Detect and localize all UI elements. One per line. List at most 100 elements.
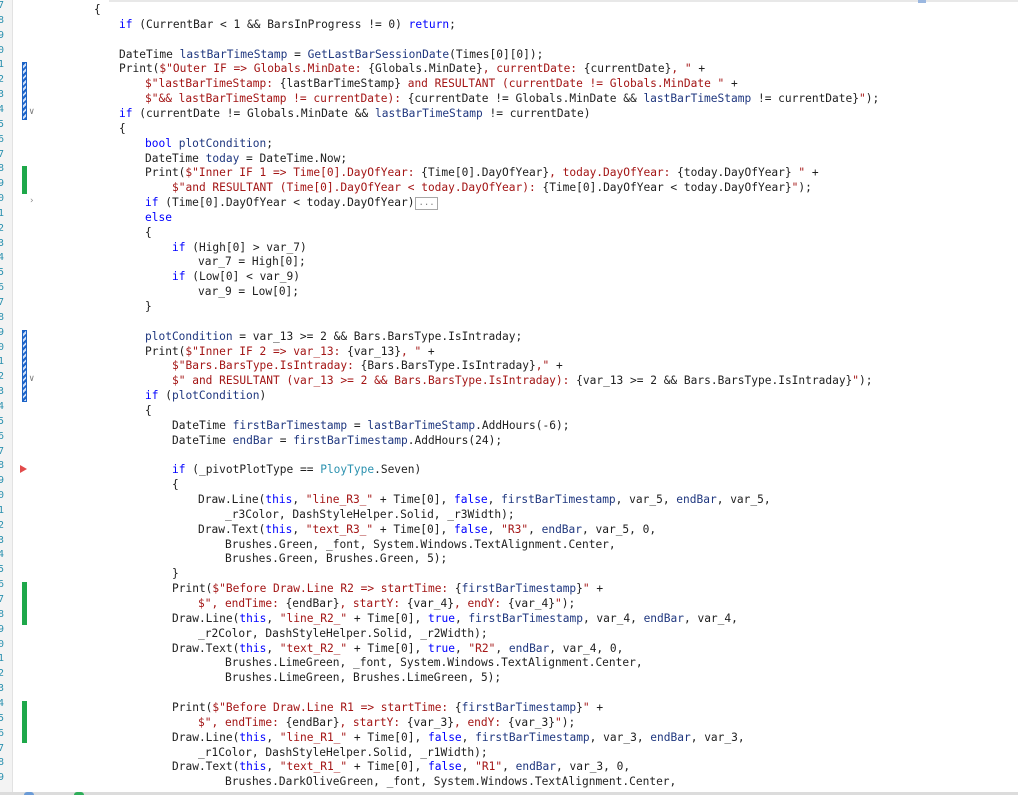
code-line[interactable]: }	[145, 299, 152, 314]
code-line[interactable]: {	[145, 225, 152, 240]
code-token: , startY:	[339, 597, 407, 610]
code-line[interactable]: Brushes.LimeGreen, _font, System.Windows…	[225, 655, 643, 670]
code-line[interactable]: Draw.Text(this, "text_R1_" + Time[0], fa…	[172, 759, 630, 774]
code-token: if	[119, 106, 133, 120]
code-line[interactable]: {	[119, 121, 126, 136]
code-line[interactable]: $"Bars.BarsType.IsIntraday: {Bars.BarsTy…	[172, 358, 563, 373]
fold-expand-icon[interactable]: ›	[29, 197, 38, 206]
code-line[interactable]: Print($"Before Draw.Line R2 => startTime…	[172, 581, 603, 596]
collapsed-region[interactable]: ...	[415, 196, 438, 210]
line-number: 5	[0, 563, 12, 577]
code-token: endBar	[541, 522, 583, 536]
code-line[interactable]: _r1Color, DashStyleHelper.Solid, _r1Widt…	[198, 745, 488, 760]
code-line[interactable]: DateTime lastBarTimeStamp = GetLastBarSe…	[119, 47, 543, 62]
execution-arrow-icon[interactable]	[20, 465, 27, 474]
code-token: $"Before Draw.Line R2 => startTime:	[212, 582, 455, 596]
code-line[interactable]: if (_pivotPlotType == PloyType.Seven)	[172, 462, 421, 477]
code-line[interactable]: Draw.Line(this, "line_R1_" + Time[0], fa…	[172, 730, 745, 745]
code-token: Print(	[145, 166, 186, 180]
code-token: , var_3,	[690, 730, 745, 744]
code-line[interactable]: DateTime today = DateTime.Now;	[145, 151, 347, 166]
code-token: plotCondition	[171, 389, 260, 403]
line-number: 7	[0, 0, 12, 13]
code-line[interactable]: Brushes.LimeGreen, Brushes.LimeGreen, 5)…	[225, 670, 501, 685]
code-token: endBar	[232, 433, 274, 447]
code-line[interactable]: _r2Color, DashStyleHelper.Solid, _r2Widt…	[198, 626, 488, 641]
code-token: DateTime	[119, 47, 180, 61]
code-token: ,	[487, 493, 502, 507]
code-line[interactable]: $"and RESULTANT (Time[0].DayOfYear < tod…	[172, 180, 812, 195]
line-number-text: 8	[0, 757, 5, 769]
code-line[interactable]: {	[172, 477, 179, 492]
status-indicators	[18, 791, 138, 795]
code-editor[interactable]: 7 8 9 0 1 2 3 4 5 6 7 8 9 0 1 2 3 4 5 6 7 8 9 0 1 2 3 4 5 6 7 8 9 0 1 2 3 4 5 6…	[0, 0, 1018, 795]
code-token: $"Outer IF => Globals.MinDate:	[159, 62, 369, 76]
line-number-text: 5	[0, 415, 5, 427]
line-number-text: 8	[0, 311, 5, 323]
code-line[interactable]: Draw.Text(this, "text_R2_" + Time[0], tr…	[172, 641, 623, 656]
code-line[interactable]: $" and RESULTANT (var_13 >= 2 && Bars.Ba…	[172, 373, 873, 388]
code-line[interactable]: Brushes.Green, Brushes.Green, 5);	[225, 551, 447, 566]
line-number-text: 8	[0, 460, 5, 472]
line-number: 3	[0, 385, 12, 399]
code-line[interactable]: var_7 = High[0];	[198, 254, 306, 269]
code-line[interactable]: Print($"Inner IF 2 => var_13: {var_13}, …	[145, 344, 435, 359]
code-token: {var_3}	[406, 715, 454, 729]
code-token: false	[427, 730, 462, 744]
code-token: DateTime	[172, 418, 233, 432]
code-token: .AddHours(-6);	[475, 418, 570, 432]
code-line[interactable]: $", endTime: {endBar}, startY: {var_3}, …	[198, 715, 575, 730]
code-token: if	[145, 196, 159, 210]
code-token: firstBarTimestamp	[468, 611, 583, 625]
code-line[interactable]: $"&& lastBarTimeStamp != currentDate): {…	[145, 91, 879, 106]
code-token: lastBarTimeStamp	[179, 47, 288, 61]
code-line[interactable]: if (High[0] > var_7)	[172, 240, 307, 255]
code-line[interactable]: _r3Color, DashStyleHelper.Solid, _r3Widt…	[225, 507, 515, 522]
code-token: Draw.Line(	[172, 611, 240, 625]
code-token: if	[119, 17, 133, 31]
fold-chevron-icon[interactable]: ∨	[29, 375, 38, 384]
code-line[interactable]: Draw.Line(this, "line_R2_" + Time[0], tr…	[172, 611, 738, 626]
code-line[interactable]: DateTime firstBarTimestamp = lastBarTime…	[172, 418, 569, 433]
fold-chevron-icon[interactable]: ∨	[29, 107, 38, 117]
line-number: 4	[0, 697, 12, 711]
code-line[interactable]: }	[172, 566, 179, 581]
code-line[interactable]: $", endTime: {endBar}, startY: {var_4}, …	[198, 596, 575, 611]
code-token: false	[427, 760, 462, 774]
code-line[interactable]: Brushes.DarkOliveGreen, _font, System.Wi…	[225, 774, 676, 789]
code-token: {Globals.MinDate}	[368, 62, 483, 76]
line-number-text: 1	[0, 504, 5, 516]
code-token: +	[421, 344, 435, 358]
code-token: , var_4,	[582, 611, 644, 625]
code-line[interactable]: Print($"Before Draw.Line R1 => startTime…	[172, 700, 603, 715]
code-line[interactable]: Brushes.Green, _font, System.Windows.Tex…	[225, 537, 616, 552]
code-line[interactable]: Print($"Inner IF 1 => Time[0].DayOfYear:…	[145, 165, 819, 180]
code-line[interactable]: DateTime endBar = firstBarTimestamp.AddH…	[172, 433, 502, 448]
code-token: );	[561, 597, 576, 610]
code-line[interactable]: if (Time[0].DayOfYear < today.DayOfYear)…	[145, 195, 438, 210]
line-number: 3	[0, 682, 12, 696]
code-line[interactable]: Draw.Line(this, "line_R3_" + Time[0], fa…	[198, 492, 771, 507]
line-number: 6	[0, 430, 12, 444]
code-line[interactable]: {	[94, 2, 101, 17]
code-line[interactable]: bool plotCondition;	[145, 136, 273, 151]
code-line[interactable]: if (plotCondition)	[145, 388, 266, 403]
code-line[interactable]: else	[145, 210, 172, 225]
code-line[interactable]: Print($"Outer IF => Globals.MinDate: {Gl…	[119, 61, 705, 76]
line-number-text: 9	[0, 178, 5, 190]
code-token: $"Inner IF 2 => var_13:	[185, 344, 348, 358]
code-token: endBar	[643, 611, 684, 625]
line-number-text: 1	[0, 59, 5, 71]
code-line[interactable]: if (CurrentBar < 1 && BarsInProgress != …	[119, 17, 456, 32]
code-line[interactable]: if (currentDate != Globals.MinDate && la…	[119, 106, 591, 121]
code-line[interactable]: if (Low[0] < var_9)	[172, 269, 300, 284]
code-line[interactable]: Draw.Text(this, "text_R3_" + Time[0], fa…	[198, 522, 656, 537]
code-line[interactable]: plotCondition = var_13 >= 2 && Bars.Bars…	[145, 329, 522, 344]
line-number: 2	[0, 370, 12, 384]
line-number-text: 3	[0, 386, 5, 398]
code-line[interactable]: var_9 = Low[0];	[198, 284, 299, 299]
code-line[interactable]: {	[145, 403, 152, 418]
code-token: "line_R2_"	[279, 611, 348, 625]
code-line[interactable]: $"lastBarTimeStamp: {lastBarTimeStamp} a…	[145, 76, 738, 91]
code-token: + Time[0],	[373, 522, 454, 536]
